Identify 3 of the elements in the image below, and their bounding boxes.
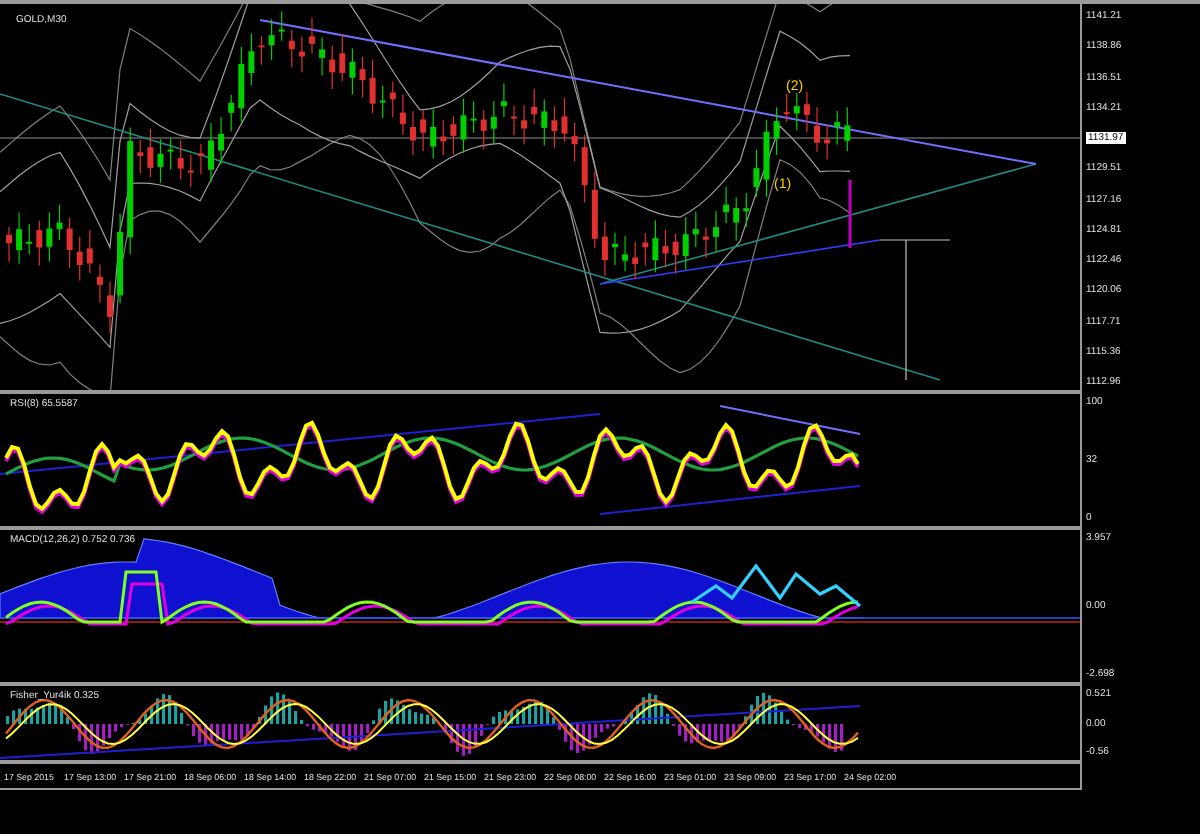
trend-line [719, 405, 861, 435]
marker-line [848, 180, 852, 248]
marker-line [879, 239, 951, 381]
